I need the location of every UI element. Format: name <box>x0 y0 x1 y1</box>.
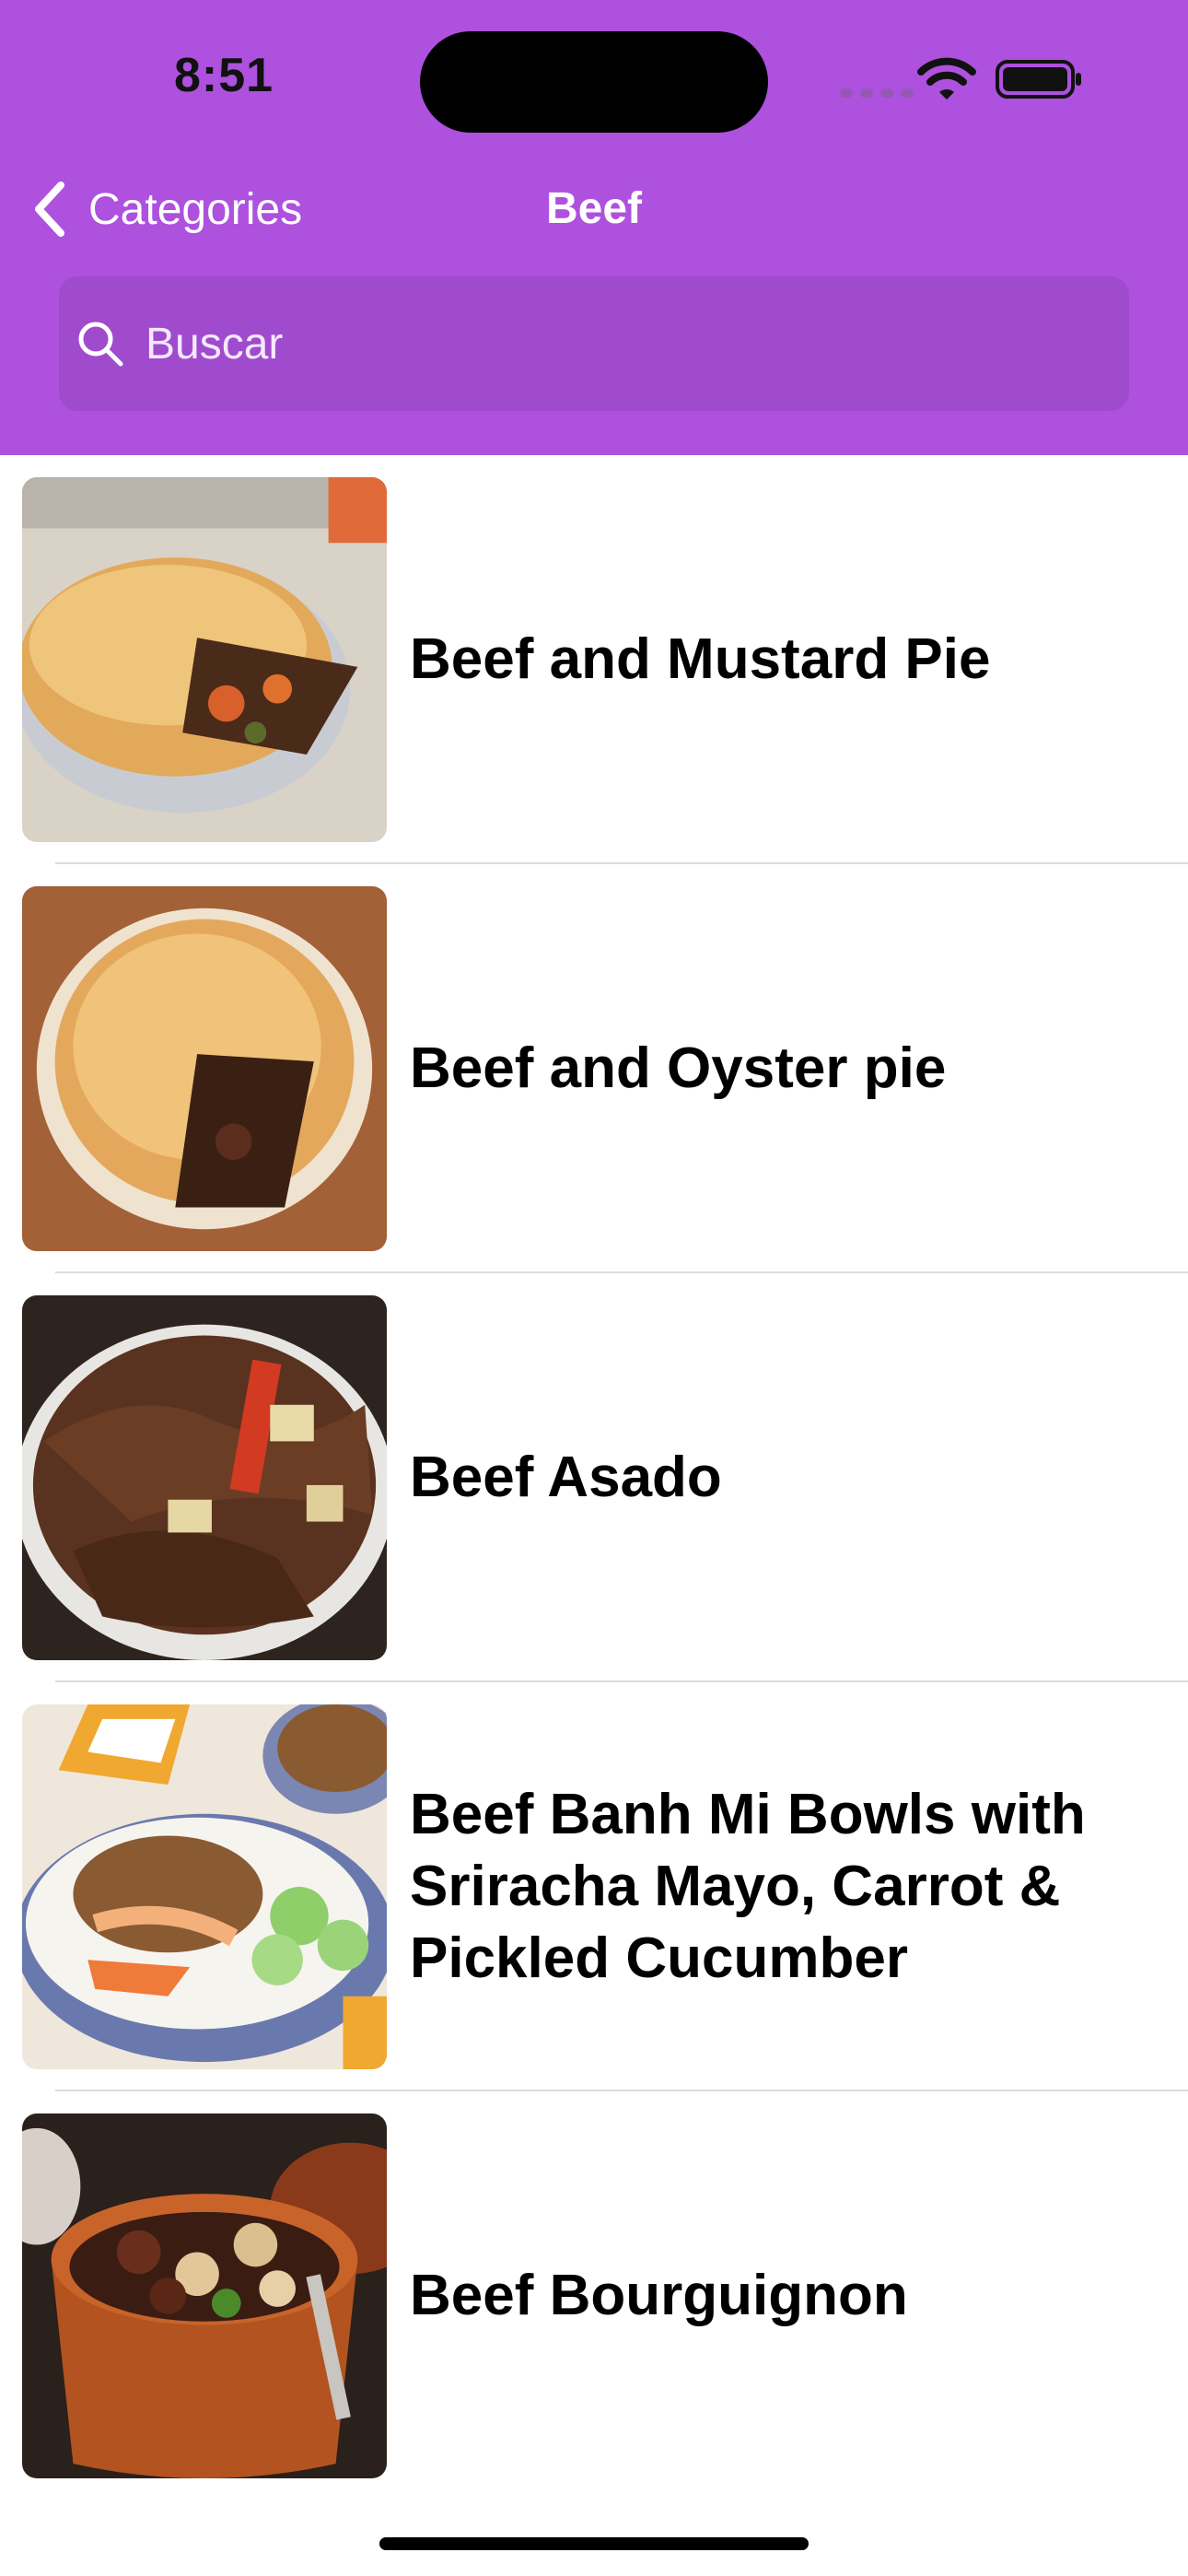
meal-title: Beef Bourguignon <box>410 2264 908 2327</box>
list-item[interactable]: Beef Banh Mi Bowls with Sriracha Mayo, C… <box>0 1682 1188 2091</box>
search-icon <box>78 322 123 367</box>
meal-thumbnail <box>22 886 387 1251</box>
search-input[interactable] <box>144 317 1068 370</box>
meal-thumbnail <box>22 477 387 842</box>
status-bar-time: 8:51 <box>173 49 274 102</box>
back-button[interactable]: Categories <box>31 177 302 241</box>
meal-title: Beef Asado <box>410 1446 722 1509</box>
meal-thumbnail <box>22 2113 387 2478</box>
battery-icon <box>996 60 1081 99</box>
navigation-header: 8:51 Categories Beef <box>0 0 1188 455</box>
meal-list: Beef and Mustard Pie Beef and Oyster pie <box>0 455 1188 2500</box>
list-item[interactable]: Beef Bourguignon <box>0 2091 1188 2500</box>
list-item[interactable]: Beef and Mustard Pie <box>0 455 1188 864</box>
list-item[interactable]: Beef Asado <box>0 1273 1188 1682</box>
meal-title: Beef and Oyster pie <box>410 1036 947 1100</box>
search-bar[interactable] <box>59 276 1129 411</box>
dynamic-island <box>420 31 768 133</box>
meal-thumbnail <box>22 1295 387 1660</box>
wifi-icon <box>917 57 976 100</box>
meal-title: Beef and Mustard Pie <box>410 627 991 691</box>
page-title: Beef <box>545 184 643 233</box>
back-button-label: Categories <box>88 184 303 234</box>
meal-thumbnail <box>22 1704 387 2069</box>
home-indicator[interactable] <box>379 2537 809 2550</box>
cellular-signal-icon <box>840 88 914 98</box>
meal-title: Beef Banh Mi Bowls with Sriracha Mayo, C… <box>410 1783 1086 1990</box>
chevron-left-icon <box>35 181 64 237</box>
list-item[interactable]: Beef and Oyster pie <box>0 864 1188 1273</box>
